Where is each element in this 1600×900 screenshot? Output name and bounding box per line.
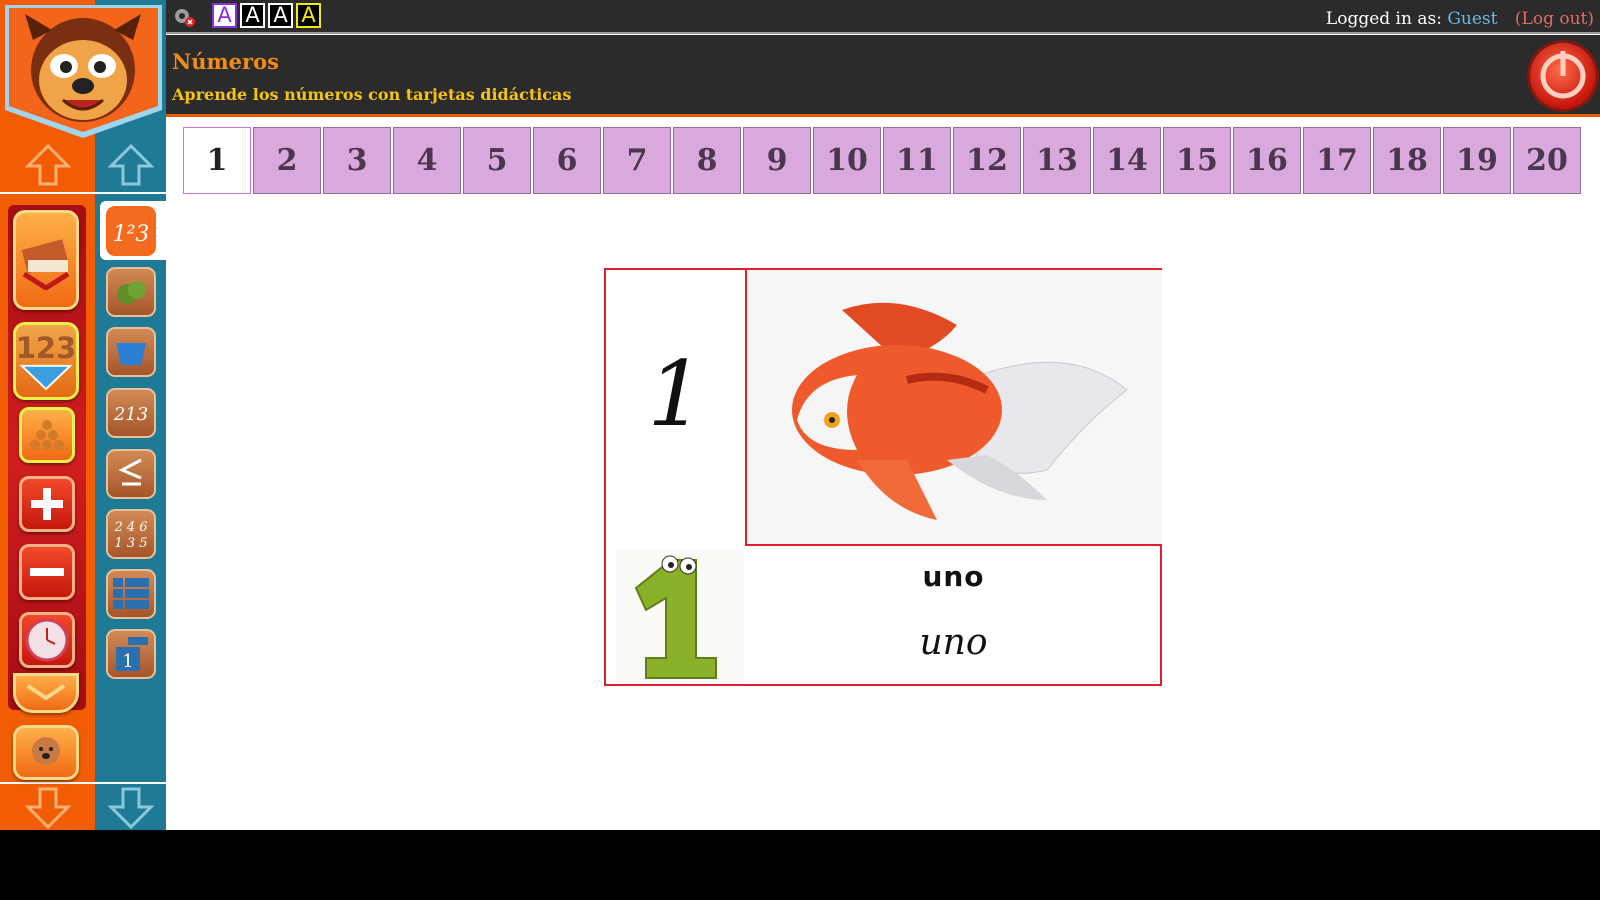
numbers-ruler-icon[interactable]: 123 (13, 322, 79, 400)
svg-text:1: 1 (122, 651, 133, 672)
tab-3[interactable]: 3 (323, 127, 391, 194)
goldfish-image (745, 270, 1162, 546)
dog-logo-icon[interactable] (0, 0, 165, 140)
tab-14[interactable]: 14 (1093, 127, 1161, 194)
handwritten-numeral: 1 (647, 342, 704, 447)
guest-user-link[interactable]: Guest (1447, 9, 1497, 29)
tab-15[interactable]: 15 (1163, 127, 1231, 194)
tab-17[interactable]: 17 (1303, 127, 1371, 194)
tab-1[interactable]: 1 (183, 127, 251, 194)
tab-19[interactable]: 19 (1443, 127, 1511, 194)
apples-icon[interactable] (106, 267, 156, 317)
tab-5[interactable]: 5 (463, 127, 531, 194)
tab-12[interactable]: 12 (953, 127, 1021, 194)
tab-4[interactable]: 4 (393, 127, 461, 194)
app-window: 123 1²3 213 2 4 61 3 5 1 A A A A Logged … (0, 0, 1600, 830)
tab-11[interactable]: 11 (883, 127, 951, 194)
tab-7[interactable]: 7 (603, 127, 671, 194)
tab-20[interactable]: 20 (1513, 127, 1581, 194)
word-cursive: uno (919, 622, 988, 663)
tab-8[interactable]: 8 (673, 127, 741, 194)
font-size-button-yellow[interactable]: A (296, 3, 321, 28)
logout-link[interactable]: (Log out) (1515, 9, 1594, 29)
clock-icon[interactable] (19, 612, 75, 668)
tab-6[interactable]: 6 (533, 127, 601, 194)
font-size-button-white[interactable]: A (240, 3, 265, 28)
nav-top-divider (0, 192, 166, 194)
number-table-icon[interactable] (106, 569, 156, 619)
books-icon[interactable] (13, 210, 79, 310)
tab-2[interactable]: 2 (253, 127, 321, 194)
number-tabs: 1 2 3 4 5 6 7 8 9 10 11 12 13 14 15 16 1… (183, 127, 1583, 196)
tab-18[interactable]: 18 (1373, 127, 1441, 194)
less-equal-icon[interactable] (106, 449, 156, 499)
main-nav-scroll-chevron-icon[interactable] (13, 673, 79, 713)
main-nav-up-arrow-icon[interactable] (0, 140, 95, 190)
tab-9[interactable]: 9 (743, 127, 811, 194)
word-print: uno (922, 560, 985, 593)
dog-icon[interactable] (13, 725, 79, 780)
tab-16[interactable]: 16 (1233, 127, 1301, 194)
sub-nav-up-arrow-icon[interactable] (95, 140, 166, 190)
sub-nav-down-arrow-icon[interactable] (95, 786, 166, 830)
213-order-icon[interactable]: 213 (106, 388, 156, 438)
main-nav-down-arrow-icon[interactable] (0, 786, 95, 830)
green-number-one-mascot-icon (616, 548, 744, 682)
svg-text:1²3: 1²3 (113, 222, 150, 247)
logged-in-label: Logged in as: (1325, 9, 1442, 29)
minus-icon[interactable] (19, 544, 75, 600)
svg-text:1 3 5: 1 3 5 (114, 536, 147, 551)
number-flashcard: 1 uno uno (604, 268, 1162, 686)
svg-text:213: 213 (113, 404, 148, 425)
font-size-button-black[interactable]: A (268, 3, 293, 28)
page-title: Números (172, 49, 279, 74)
nav-bottom-divider (0, 782, 166, 784)
svg-text:123: 123 (16, 331, 76, 365)
even-odd-icon[interactable]: 2 4 61 3 5 (106, 509, 156, 559)
login-status: Logged in as: Guest (Log out) (1326, 9, 1594, 29)
page-header: Números Aprende los números con tarjetas… (166, 35, 1600, 115)
number-card-icon[interactable]: 1 (106, 629, 156, 679)
power-icon[interactable] (1530, 43, 1596, 109)
top-bar-divider (166, 32, 1600, 34)
tab-10[interactable]: 10 (813, 127, 881, 194)
tab-13[interactable]: 13 (1023, 127, 1091, 194)
page-subtitle: Aprende los números con tarjetas didácti… (172, 85, 572, 104)
plus-icon[interactable] (19, 476, 75, 532)
123-icon[interactable]: 1²3 (106, 206, 156, 256)
counting-balls-icon[interactable] (19, 407, 75, 463)
numeral-text: 1 (647, 342, 704, 447)
header-divider (166, 114, 1600, 117)
basket-icon[interactable] (106, 327, 156, 377)
sound-off-gear-icon[interactable] (172, 6, 196, 28)
font-size-button-purple[interactable]: A (212, 3, 237, 28)
svg-text:2 4 6: 2 4 6 (113, 520, 147, 535)
